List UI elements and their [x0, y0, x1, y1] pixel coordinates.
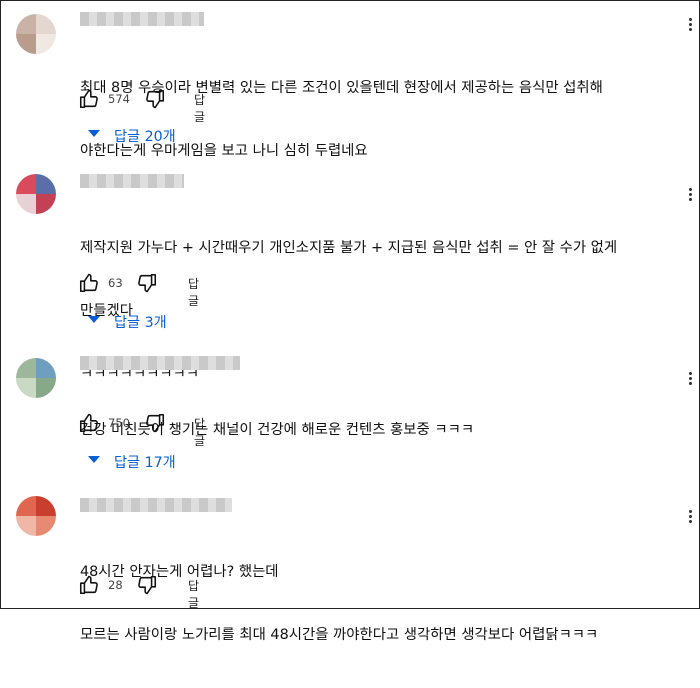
avatar[interactable] [16, 358, 56, 398]
dislike-icon[interactable] [144, 88, 166, 110]
caret-down-icon [88, 130, 100, 137]
dislike-icon[interactable] [136, 574, 158, 596]
author-name-blurred[interactable] [80, 12, 204, 26]
reply-button[interactable]: 답글 [194, 91, 205, 125]
like-icon[interactable] [78, 412, 100, 434]
avatar[interactable] [16, 14, 56, 54]
more-options-icon[interactable] [689, 18, 693, 32]
like-icon[interactable] [78, 272, 100, 294]
replies-label: 답글 20개 [114, 129, 176, 145]
dislike-icon[interactable] [136, 272, 158, 294]
more-options-icon[interactable] [689, 372, 693, 386]
replies-label: 답글 3개 [114, 315, 167, 331]
replies-label: 답글 17개 [114, 455, 176, 471]
more-options-icon[interactable] [689, 188, 693, 202]
comment-line: 모르는 사람이랑 노가리를 최대 48시간을 까야한다고 생각하면 생각보다 어… [80, 627, 599, 643]
like-count: 28 [108, 578, 123, 592]
like-count: 750 [108, 416, 130, 430]
author-name-blurred[interactable] [80, 498, 232, 512]
caret-down-icon [88, 456, 100, 463]
more-options-icon[interactable] [689, 510, 693, 524]
reply-button[interactable]: 답글 [188, 577, 199, 611]
comment-line: 건강 미친듯이 챙기는 채널이 건강에 해로운 컨텐츠 홍보중 ㅋㅋㅋ [80, 422, 475, 438]
like-icon[interactable] [78, 574, 100, 596]
comment-line: 제작지원 가누다 + 시간때우기 개인소지품 불가 + 지급된 음식만 섭취 =… [80, 240, 618, 256]
like-count: 574 [108, 92, 130, 106]
comment-text: 48시간 안자는게 어렵나? 했는데 모르는 사람이랑 노가리를 최대 48시간… [80, 520, 598, 688]
avatar[interactable] [16, 496, 56, 536]
like-icon[interactable] [78, 88, 100, 110]
dislike-icon[interactable] [144, 412, 166, 434]
like-count: 63 [108, 276, 123, 290]
reply-button[interactable]: 답글 [194, 415, 205, 449]
caret-down-icon [88, 316, 100, 323]
reply-button[interactable]: 답글 [188, 275, 199, 309]
author-name-blurred[interactable] [80, 174, 184, 188]
author-name-blurred[interactable] [80, 356, 240, 370]
avatar[interactable] [16, 174, 56, 214]
